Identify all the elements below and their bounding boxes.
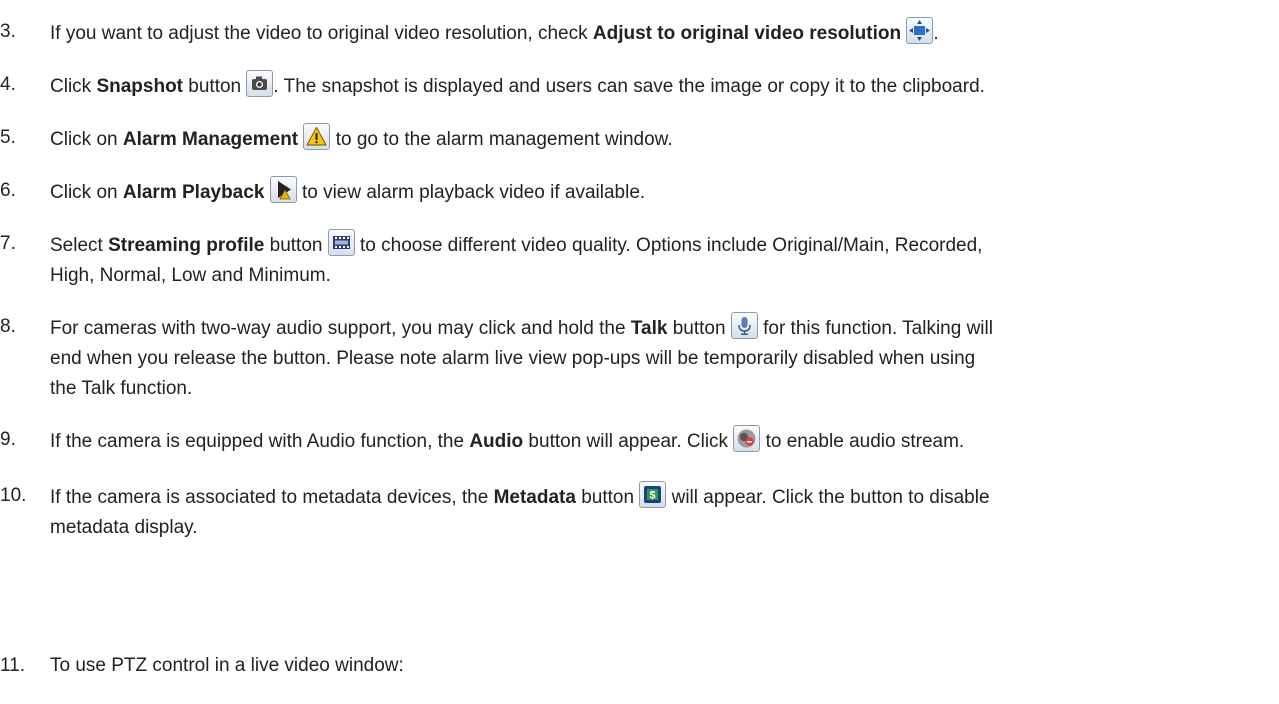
- item-number: 8.: [0, 316, 16, 337]
- item-number: 5.: [0, 127, 16, 148]
- item-number: 9.: [0, 429, 16, 450]
- list-item: 4. Click Snapshot button . The snapshot …: [0, 70, 1270, 102]
- list-item: 5. Click on Alarm Management to go to th…: [0, 123, 1270, 155]
- list-item: 9. If the camera is equipped with Audio …: [0, 425, 1270, 457]
- list-item: 11. To use PTZ control in a live video w…: [0, 651, 1270, 681]
- document-page: 3. If you want to adjust the video to or…: [0, 0, 1279, 704]
- item-number: 6.: [0, 180, 16, 201]
- item-number: 4.: [0, 74, 16, 95]
- list-item: 6. Click on Alarm Playback to view alarm…: [0, 176, 1270, 208]
- metadata-dollar-icon: $: [639, 481, 667, 508]
- audio-muted-icon: [733, 425, 761, 452]
- item-number: 11.: [0, 655, 26, 676]
- film-strip-icon: [327, 229, 355, 256]
- item-text: Click Snapshot button . The snapshot is …: [50, 70, 1270, 102]
- item-number: 10.: [0, 485, 27, 506]
- item-text: For cameras with two-way audio support, …: [50, 312, 1270, 404]
- svg-text:$: $: [650, 490, 656, 502]
- camera-icon: [246, 70, 274, 97]
- list-item: 7. Select Streaming profile button to ch…: [0, 229, 1270, 291]
- item-text: If the camera is associated to metadata …: [50, 481, 1270, 543]
- item-text: Click on Alarm Playback to view alarm pl…: [50, 176, 1270, 208]
- list-item: 10. If the camera is associated to metad…: [0, 481, 1270, 543]
- item-text: Click on Alarm Management to go to the a…: [50, 123, 1270, 155]
- microphone-icon: [730, 312, 758, 339]
- item-text: If the camera is equipped with Audio fun…: [50, 425, 1270, 457]
- adjust-resolution-icon: [906, 17, 934, 44]
- item-number: 3.: [0, 21, 16, 42]
- item-text: If you want to adjust the video to origi…: [50, 17, 1270, 49]
- alarm-playback-icon: [269, 176, 297, 203]
- list-item: 3. If you want to adjust the video to or…: [0, 17, 1270, 49]
- item-text: To use PTZ control in a live video windo…: [50, 655, 404, 676]
- warning-icon: [303, 123, 331, 150]
- item-text: Select Streaming profile button to choos…: [50, 229, 1270, 291]
- item-number: 7.: [0, 233, 16, 254]
- list-item: 8. For cameras with two-way audio suppor…: [0, 312, 1270, 404]
